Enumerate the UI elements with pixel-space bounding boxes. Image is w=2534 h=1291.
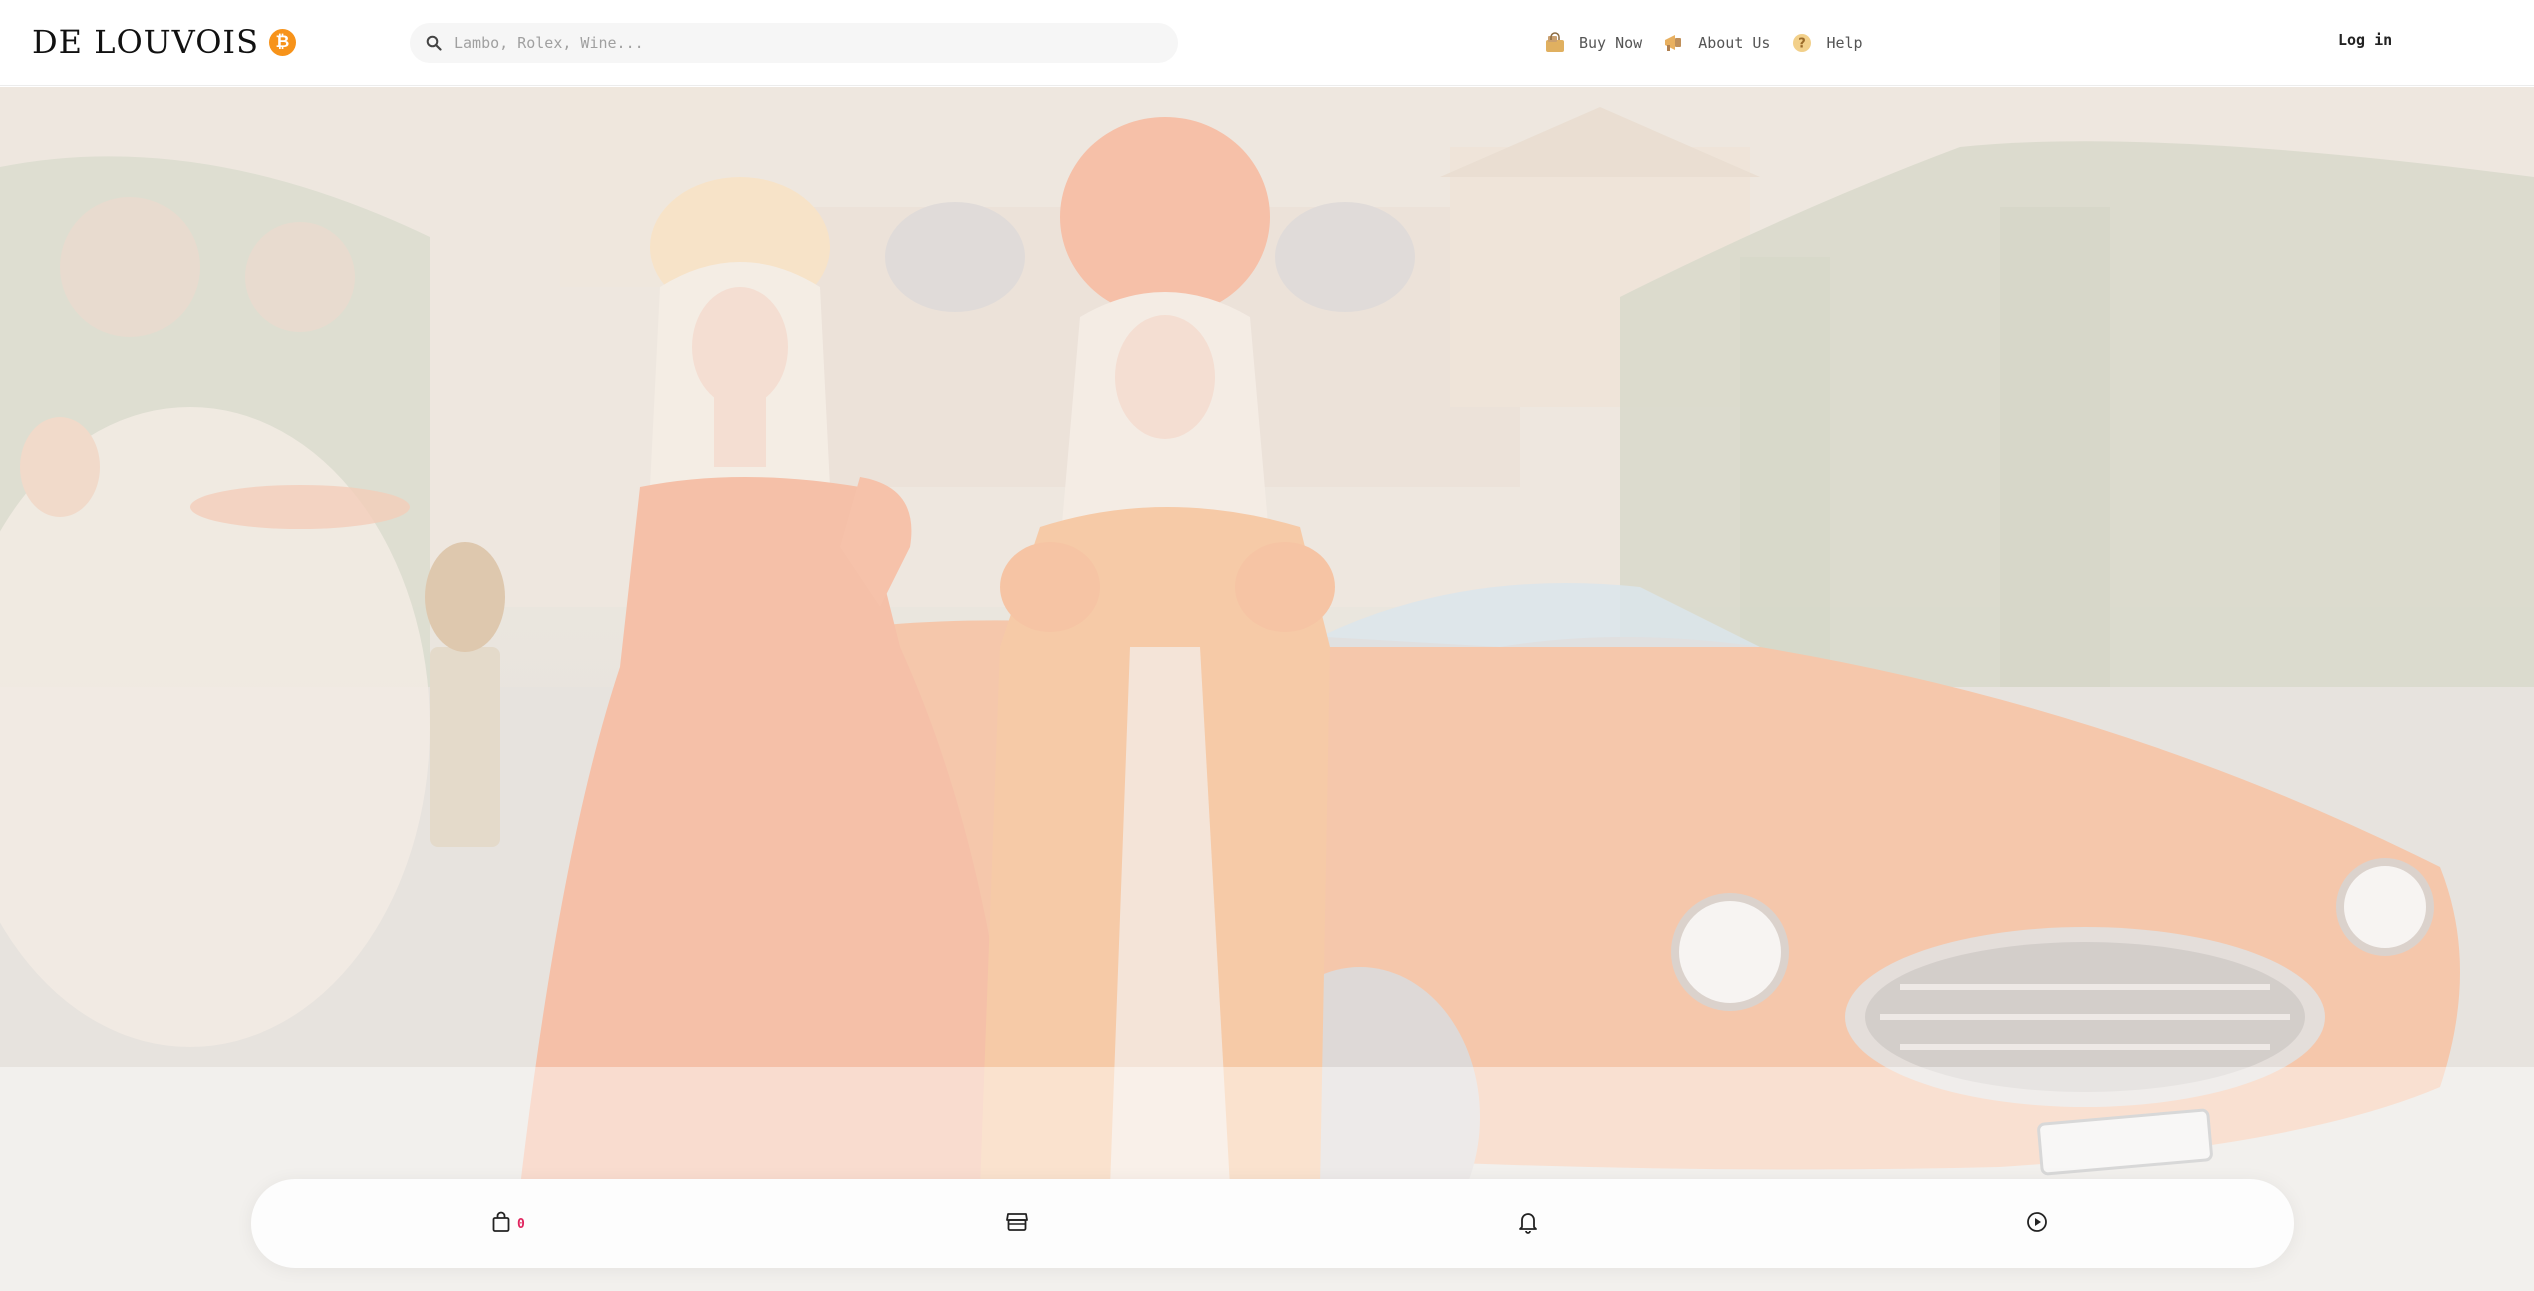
- shopping-bag-icon: [1543, 31, 1567, 55]
- cart-count: 0: [517, 1216, 525, 1232]
- notifications-button[interactable]: [1517, 1210, 1539, 1238]
- nav-label-about-us: About Us: [1698, 34, 1771, 52]
- bitcoin-icon: ₿: [268, 28, 296, 56]
- bell-icon: [1517, 1210, 1539, 1238]
- brand-name: DE LOUVOIS: [32, 23, 259, 61]
- play-button[interactable]: [2025, 1210, 2049, 1238]
- brand-logo[interactable]: DE LOUVOIS ₿: [32, 22, 296, 62]
- megaphone-icon: [1662, 31, 1686, 55]
- search-bar[interactable]: [410, 23, 1178, 63]
- help-circle-icon: ?: [1790, 31, 1814, 55]
- play-circle-icon: [2025, 1210, 2049, 1238]
- nav-label-help: Help: [1826, 34, 1863, 52]
- login-button[interactable]: Log in: [2338, 31, 2392, 49]
- hero-illustration: [0, 87, 2534, 1291]
- store-button[interactable]: [1005, 1210, 1029, 1238]
- storefront-icon: [1005, 1211, 1029, 1237]
- top-navigation-bar: DE LOUVOIS ₿ Buy Now: [0, 0, 2534, 86]
- nav-item-buy-now[interactable]: Buy Now: [1543, 31, 1642, 55]
- nav-label-buy-now: Buy Now: [1579, 34, 1643, 52]
- shopping-bag-icon: [491, 1211, 511, 1237]
- main-nav: Buy Now About Us ? Help: [1543, 28, 1883, 58]
- search-icon: [424, 33, 444, 53]
- bottom-action-bar: 0: [251, 1179, 2294, 1268]
- cart-button[interactable]: 0: [491, 1210, 525, 1238]
- hero-image: [0, 87, 2534, 1291]
- search-input[interactable]: [454, 34, 1154, 52]
- nav-item-help[interactable]: ? Help: [1790, 31, 1863, 55]
- svg-text:?: ?: [1799, 37, 1807, 52]
- nav-item-about-us[interactable]: About Us: [1662, 31, 1770, 55]
